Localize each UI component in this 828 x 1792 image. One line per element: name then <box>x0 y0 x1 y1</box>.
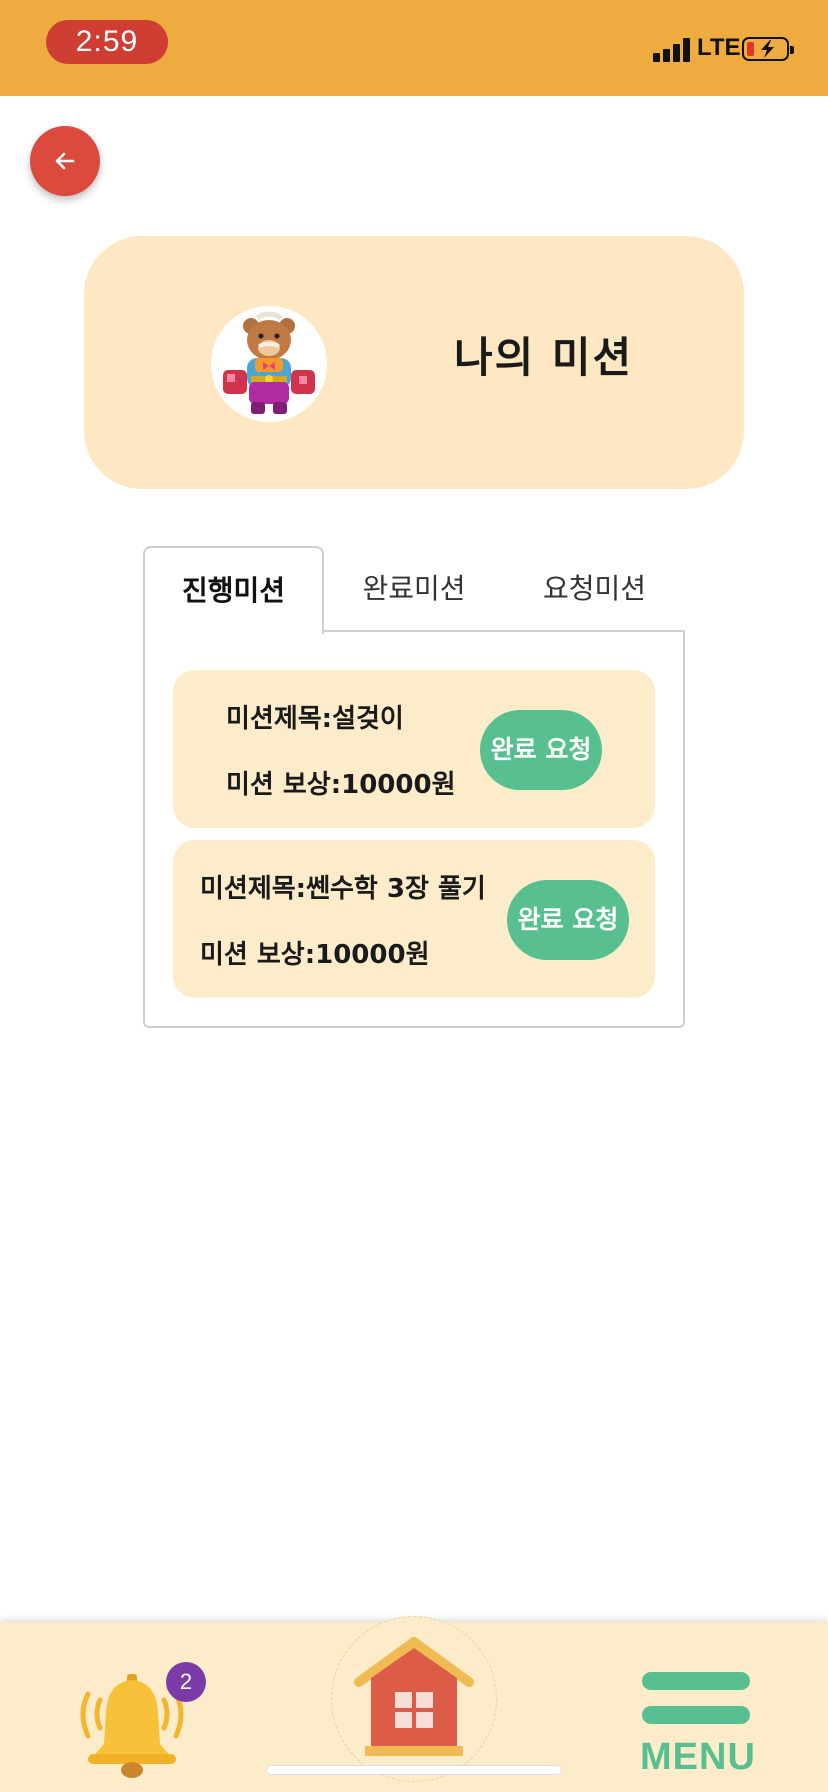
page-title: 나의 미션 <box>454 333 634 382</box>
avatar <box>211 306 327 422</box>
signal-icon <box>653 38 691 62</box>
complete-request-button[interactable]: 완료 요청 <box>507 880 629 960</box>
menu-icon-bar <box>642 1706 750 1724</box>
mission-reward: 미션 보상:10000원 <box>200 940 430 970</box>
home-indicator[interactable] <box>266 1765 562 1775</box>
notification-badge: 2 <box>166 1662 206 1702</box>
menu-button[interactable]: MENU <box>640 1672 756 1782</box>
mission-reward: 미션 보상:10000원 <box>226 770 456 800</box>
network-type: LTE <box>697 34 741 61</box>
home-icon <box>354 1637 474 1756</box>
battery-charging-icon <box>742 37 794 61</box>
tab-in-progress[interactable]: 진행미션 <box>143 546 324 634</box>
mission-title: 미션제목:설겆이 <box>226 704 404 734</box>
menu-icon <box>642 1672 750 1690</box>
complete-request-button[interactable]: 완료 요청 <box>480 710 602 790</box>
menu-label: MENU <box>640 1736 756 1778</box>
status-bar: 2:59 LTE <box>0 0 828 96</box>
status-time: 2:59 <box>46 20 168 64</box>
tab-completed[interactable]: 완료미션 <box>324 546 504 632</box>
home-button[interactable] <box>331 1616 497 1782</box>
back-button[interactable] <box>30 126 100 196</box>
mission-title: 미션제목:쎈수학 3장 풀기 <box>200 874 486 904</box>
arrow-left-icon <box>55 152 75 170</box>
tab-requested[interactable]: 요청미션 <box>504 546 685 632</box>
mission-card: 미션제목:설겆이 미션 보상:10000원 완료 요청 <box>173 670 655 828</box>
profile-card: 나의 미션 <box>84 236 744 489</box>
mission-card: 미션제목:쎈수학 3장 풀기 미션 보상:10000원 완료 요청 <box>173 840 655 998</box>
